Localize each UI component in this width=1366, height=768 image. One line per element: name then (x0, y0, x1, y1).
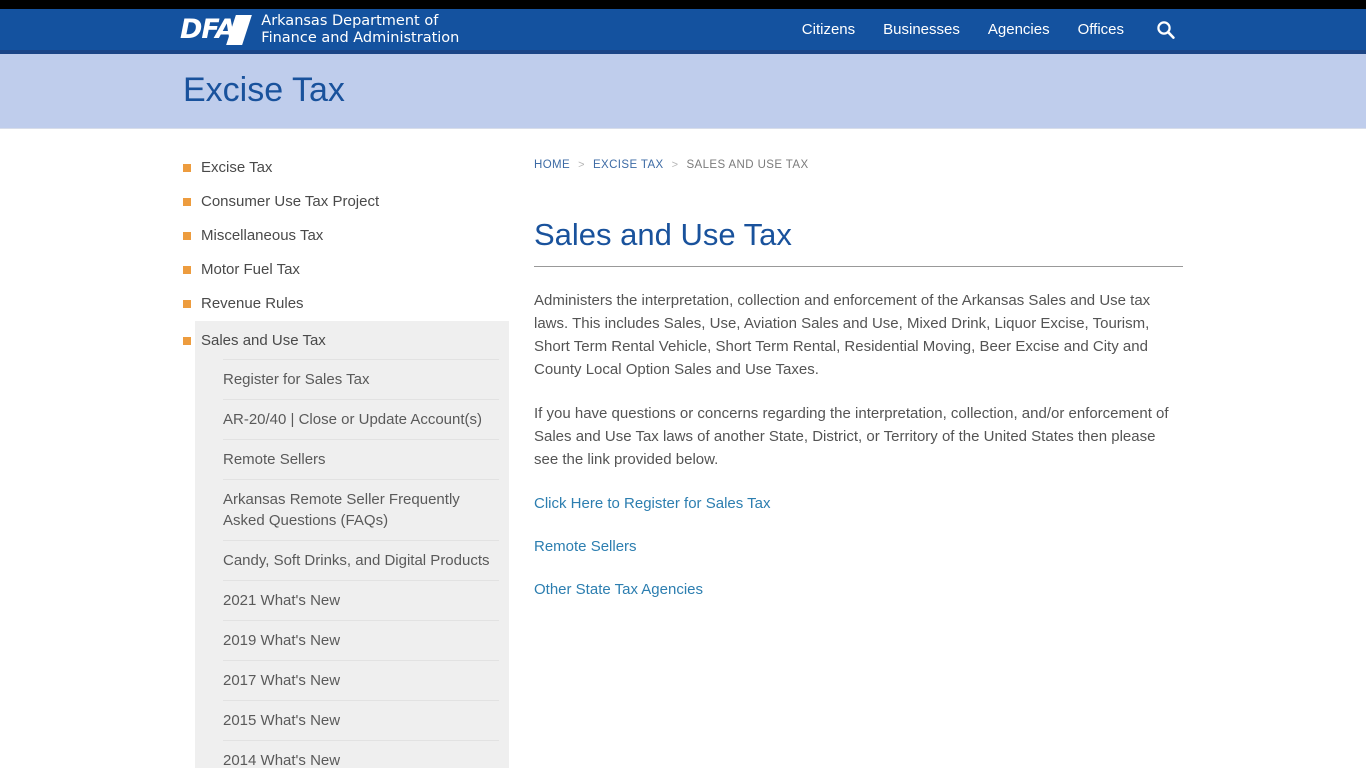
link-other-state-tax-agencies[interactable]: Other State Tax Agencies (534, 578, 1183, 601)
sidebar-item-motor-fuel-tax[interactable]: Motor Fuel Tax (183, 253, 509, 287)
page-title-banner: Excise Tax (0, 54, 1366, 129)
sidebar-subitem-label[interactable]: 2014 What's New (223, 741, 499, 768)
sidebar-top-list: Excise Tax Consumer Use Tax Project Misc… (183, 151, 509, 321)
breadcrumb-excise-tax[interactable]: EXCISE TAX (593, 159, 664, 171)
breadcrumb: HOME > EXCISE TAX > SALES AND USE TAX (534, 151, 1183, 171)
sidebar-subitem-remote-sellers[interactable]: Remote Sellers (223, 439, 499, 479)
sidebar-item-label[interactable]: Sales and Use Tax (201, 331, 326, 350)
page-title-banner-inner: Excise Tax (183, 71, 1183, 110)
search-icon (1156, 20, 1175, 39)
sidebar-item-label[interactable]: Consumer Use Tax Project (201, 192, 379, 211)
sidebar-item-label[interactable]: Miscellaneous Tax (201, 226, 323, 245)
link-register-for-sales-tax[interactable]: Click Here to Register for Sales Tax (534, 492, 1183, 515)
main-content: HOME > EXCISE TAX > SALES AND USE TAX Sa… (509, 151, 1183, 621)
sidebar-item-label[interactable]: Revenue Rules (201, 294, 304, 313)
sidebar-subitem-2021-whats-new[interactable]: 2021 What's New (223, 580, 499, 620)
sidebar: Excise Tax Consumer Use Tax Project Misc… (183, 151, 509, 768)
search-button[interactable] (1138, 7, 1183, 52)
sidebar-item-label[interactable]: Motor Fuel Tax (201, 260, 300, 279)
sidebar-item-excise-tax[interactable]: Excise Tax (183, 151, 509, 185)
nav-item-businesses[interactable]: Businesses (869, 7, 974, 52)
content-paragraph-2: If you have questions or concerns regard… (534, 405, 1169, 469)
sidebar-subitem-label[interactable]: 2021 What's New (223, 581, 499, 620)
nav-item-offices[interactable]: Offices (1064, 7, 1138, 52)
sidebar-subitem-label[interactable]: 2017 What's New (223, 661, 499, 700)
content-link-list: Click Here to Register for Sales Tax Rem… (534, 492, 1183, 601)
main-navigation: Citizens Businesses Agencies Offices (788, 7, 1183, 52)
sidebar-subitem-2017-whats-new[interactable]: 2017 What's New (223, 660, 499, 700)
sidebar-item-miscellaneous-tax[interactable]: Miscellaneous Tax (183, 219, 509, 253)
sidebar-sub-list: Register for Sales Tax AR-20/40 | Close … (223, 359, 499, 768)
breadcrumb-home[interactable]: HOME (534, 159, 570, 171)
dfa-logo[interactable]: DFA Arkansas Department of Finance and A… (180, 13, 459, 47)
breadcrumb-separator-icon: > (671, 159, 679, 171)
sidebar-subitem-label[interactable]: Register for Sales Tax (223, 360, 499, 399)
square-bullet-icon (183, 266, 191, 274)
square-bullet-icon (183, 232, 191, 240)
dfa-logo-mark: DFA (180, 14, 253, 45)
breadcrumb-current: SALES AND USE TAX (686, 159, 809, 171)
sidebar-section-sales-and-use-tax: Sales and Use Tax Register for Sales Tax… (183, 321, 509, 768)
sidebar-subitem-label[interactable]: Remote Sellers (223, 440, 499, 479)
site-header: DFA Arkansas Department of Finance and A… (0, 9, 1366, 54)
sidebar-subitem-candy-soft-drinks-digital-products[interactable]: Candy, Soft Drinks, and Digital Products (223, 540, 499, 580)
sidebar-item-label[interactable]: Excise Tax (201, 158, 272, 177)
square-bullet-icon (183, 164, 191, 172)
square-bullet-icon (183, 198, 191, 206)
sidebar-subitem-2019-whats-new[interactable]: 2019 What's New (223, 620, 499, 660)
sidebar-subitem-2014-whats-new[interactable]: 2014 What's New (223, 740, 499, 768)
sidebar-subitem-label[interactable]: 2019 What's New (223, 621, 499, 660)
sidebar-subitem-ar-20-40-close-or-update-accounts[interactable]: AR-20/40 | Close or Update Account(s) (223, 399, 499, 439)
sidebar-item-consumer-use-tax-project[interactable]: Consumer Use Tax Project (183, 185, 509, 219)
square-bullet-icon (183, 300, 191, 308)
sidebar-subitem-label[interactable]: 2015 What's New (223, 701, 499, 740)
link-remote-sellers[interactable]: Remote Sellers (534, 535, 1183, 558)
sidebar-subitem-label[interactable]: AR-20/40 | Close or Update Account(s) (223, 400, 499, 439)
sidebar-subitem-arkansas-remote-seller-faqs[interactable]: Arkansas Remote Seller Frequently Asked … (223, 479, 499, 540)
square-bullet-icon (183, 337, 191, 345)
sidebar-item-sales-and-use-tax[interactable]: Sales and Use Tax (183, 321, 499, 359)
page-title: Excise Tax (183, 71, 345, 110)
page-body: Excise Tax Consumer Use Tax Project Misc… (183, 129, 1183, 768)
agency-name: Arkansas Department of Finance and Admin… (261, 13, 459, 47)
sidebar-subitem-label[interactable]: Candy, Soft Drinks, and Digital Products (223, 541, 499, 580)
nav-item-citizens[interactable]: Citizens (788, 7, 869, 52)
content-title: Sales and Use Tax (534, 217, 1183, 268)
sidebar-item-revenue-rules[interactable]: Revenue Rules (183, 287, 509, 321)
agency-name-line2: Finance and Administration (261, 29, 460, 46)
sidebar-subitem-2015-whats-new[interactable]: 2015 What's New (223, 700, 499, 740)
agency-name-line1: Arkansas Department of (261, 12, 439, 29)
content-paragraph-1: Administers the interpretation, collecti… (534, 292, 1151, 379)
nav-item-agencies[interactable]: Agencies (974, 7, 1064, 52)
sidebar-subitem-register-for-sales-tax[interactable]: Register for Sales Tax (223, 359, 499, 399)
header-inner: DFA Arkansas Department of Finance and A… (180, 7, 1183, 52)
sidebar-subitem-label[interactable]: Arkansas Remote Seller Frequently Asked … (223, 480, 499, 540)
breadcrumb-separator-icon: > (578, 159, 585, 171)
